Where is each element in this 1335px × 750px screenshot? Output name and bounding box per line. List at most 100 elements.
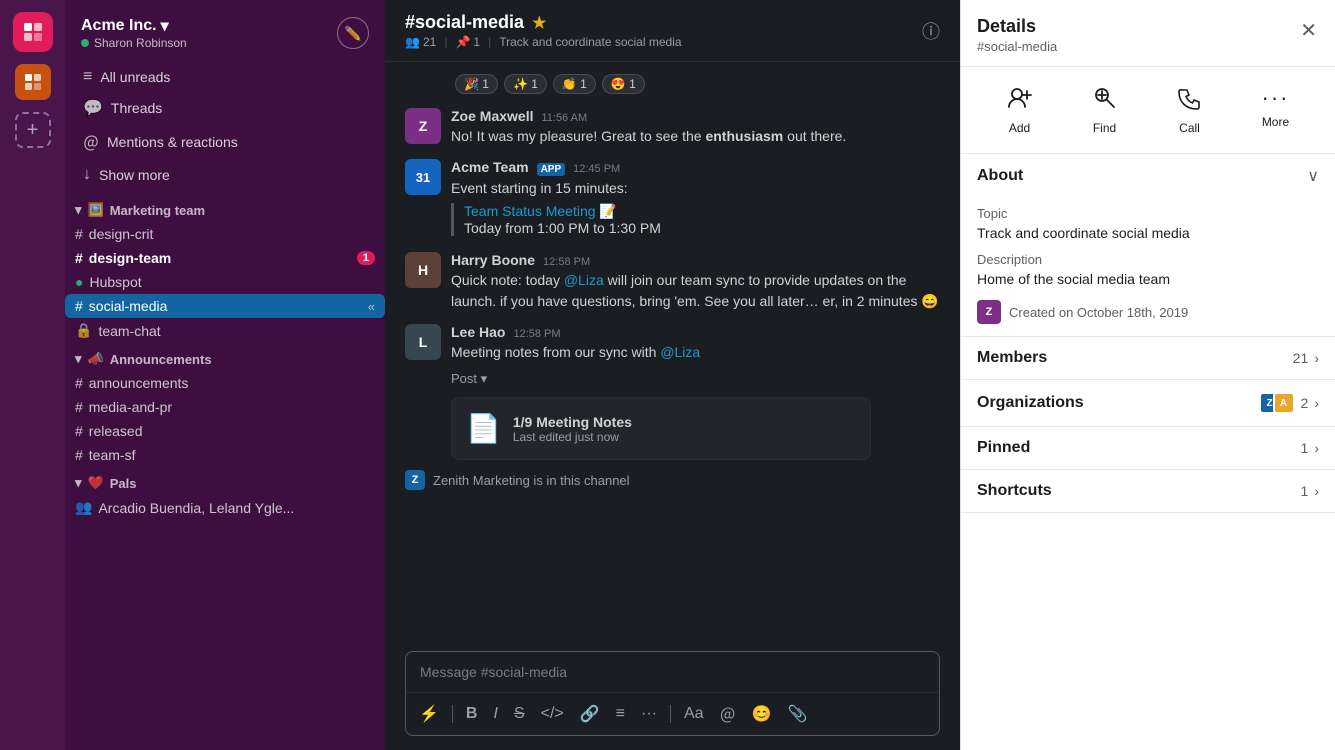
message-time: 12:58 PM (543, 256, 590, 268)
pinned-row[interactable]: Pinned 1 › (961, 427, 1335, 470)
call-button[interactable]: Call (1167, 79, 1213, 141)
message-content: Acme Team APP 12:45 PM Event starting in… (451, 159, 940, 240)
sidebar-item-all-unreads[interactable]: ≡ All unreads (73, 62, 377, 92)
find-button[interactable]: Find (1082, 79, 1128, 141)
sidebar-channel-design-team[interactable]: #design-team 1 (65, 246, 385, 270)
shortcuts-count: 1 (1301, 483, 1309, 499)
created-row: Z Created on October 18th, 2019 (977, 300, 1319, 324)
star-icon[interactable]: ★ (532, 13, 546, 33)
pins-meta: 📌 1 (455, 35, 480, 49)
org-badge-2: A (1273, 392, 1295, 414)
call-icon (1177, 85, 1203, 117)
message-sender: Harry Boone (451, 252, 535, 268)
avatar: 31 (405, 159, 441, 195)
show-more-icon: ↓ (83, 166, 91, 184)
members-label: Members (977, 349, 1047, 367)
shortcuts-row[interactable]: Shortcuts 1 › (961, 470, 1335, 513)
about-chevron: ∨ (1307, 166, 1319, 186)
quote-link[interactable]: Team Status Meeting 📝 (464, 203, 940, 220)
mention-liza[interactable]: @Liza (564, 272, 604, 288)
message-input-area: ⚡ B I S </> 🔗 ≡ ··· Aa ＠ 😊 📎 (385, 641, 960, 750)
code-button[interactable]: </> (538, 702, 567, 726)
emoji-button[interactable]: 😊 (749, 701, 775, 727)
organizations-row[interactable]: Organizations Z A 2 › (961, 380, 1335, 427)
bolt-button[interactable]: ⚡ (416, 701, 442, 727)
mention-liza2[interactable]: @Liza (660, 344, 700, 360)
add-workspace-button[interactable]: + (15, 112, 51, 148)
reaction-clap[interactable]: 👏 1 (553, 74, 596, 94)
message-time: 11:56 AM (541, 112, 587, 124)
icon-strip: + (0, 0, 65, 750)
section-collapse-icon3: ▾ (75, 475, 82, 491)
sidebar-item-show-more[interactable]: ↓ Show more (73, 160, 377, 190)
message-sender: Lee Hao (451, 324, 505, 340)
more-icon: ··· (1262, 85, 1290, 111)
post-attachment[interactable]: 📄 1/9 Meeting Notes Last edited just now (451, 397, 871, 460)
strikethrough-button[interactable]: S (511, 702, 528, 726)
find-icon (1092, 85, 1118, 117)
channel-title: #social-media ★ (405, 12, 682, 33)
document-icon: 📄 (466, 412, 501, 445)
section-marketing[interactable]: ▾ 🖼️ Marketing team (65, 194, 385, 222)
bold-button[interactable]: B (463, 702, 481, 726)
link-button[interactable]: 🔗 (577, 701, 603, 727)
input-box: ⚡ B I S </> 🔗 ≡ ··· Aa ＠ 😊 📎 (405, 651, 940, 736)
threads-icon: 💬 (83, 98, 103, 118)
about-title: About (977, 167, 1023, 185)
reaction-sparkles[interactable]: ✨ 1 (504, 74, 547, 94)
about-section-header[interactable]: About ∨ (961, 154, 1335, 198)
workspace-name[interactable]: Acme Inc. ▾ (81, 16, 187, 36)
description-label: Description (977, 252, 1319, 267)
sidebar-item-threads[interactable]: 💬 Threads (73, 92, 377, 124)
message-time: 12:58 PM (513, 328, 560, 340)
created-avatar: Z (977, 300, 1001, 324)
text-style-button[interactable]: Aa (681, 702, 707, 726)
find-label: Find (1093, 121, 1116, 135)
section-announcements[interactable]: ▾ 📣 Announcements (65, 343, 385, 371)
channel-info-button[interactable]: ⓘ (922, 18, 940, 44)
sidebar-channel-hubspot[interactable]: ●Hubspot (65, 270, 385, 294)
online-indicator (81, 39, 89, 47)
sidebar-channel-team-chat[interactable]: 🔒team-chat (65, 318, 385, 343)
message-sender: Acme Team (451, 159, 529, 175)
section-pals[interactable]: ▾ ❤️ Pals (65, 467, 385, 495)
description-value: Home of the social media team (977, 269, 1319, 290)
workspace-icon[interactable] (13, 12, 53, 52)
topic-meta: Track and coordinate social media (499, 35, 681, 49)
reaction-party[interactable]: 🎉 1 (455, 74, 498, 94)
mention-button[interactable]: ＠ (717, 699, 739, 729)
sidebar-channel-announcements[interactable]: #announcements (65, 371, 385, 395)
secondary-workspace-icon[interactable] (15, 64, 51, 100)
close-button[interactable]: ✕ (1298, 16, 1319, 45)
main-chat: #social-media ★ 👥 21 | 📌 1 | Track and c… (385, 0, 960, 750)
active-channel-indicator: « (368, 299, 375, 314)
attach-button[interactable]: 📎 (785, 701, 811, 727)
more-formatting-button[interactable]: ··· (638, 702, 660, 726)
sidebar-channel-media-and-pr[interactable]: #media-and-pr (65, 395, 385, 419)
topic-label: Topic (977, 206, 1319, 221)
reaction-heart-eyes[interactable]: 😍 1 (602, 74, 645, 94)
more-label: More (1262, 115, 1289, 129)
table-row: H Harry Boone 12:58 PM Quick note: today… (405, 248, 940, 316)
avatar: Z (405, 108, 441, 144)
sidebar-item-mentions[interactable]: ＠ Mentions & reactions (73, 124, 377, 160)
list-button[interactable]: ≡ (613, 702, 628, 726)
add-member-button[interactable]: Add (997, 79, 1043, 141)
organizations-arrow: › (1314, 395, 1319, 411)
message-input[interactable] (406, 652, 939, 692)
shortcuts-label: Shortcuts (977, 482, 1052, 500)
message-text: Event starting in 15 minutes: (451, 178, 940, 199)
italic-button[interactable]: I (490, 702, 500, 726)
sidebar-channel-released[interactable]: #released (65, 419, 385, 443)
more-button[interactable]: ··· More (1252, 79, 1300, 141)
sidebar-channel-social-media[interactable]: #social-media « (65, 294, 385, 318)
members-arrow: › (1314, 350, 1319, 366)
all-unreads-icon: ≡ (83, 68, 92, 86)
sidebar-channel-pals-dm[interactable]: 👥Arcadio Buendia, Leland Ygle... (65, 495, 385, 520)
members-row[interactable]: Members 21 › (961, 337, 1335, 380)
compose-button[interactable]: ✏️ (337, 17, 369, 49)
post-dropdown[interactable]: Post ▾ (405, 371, 940, 387)
sidebar-channel-team-sf[interactable]: #team-sf (65, 443, 385, 467)
details-panel: Details #social-media ✕ Add (960, 0, 1335, 750)
sidebar-channel-design-crit[interactable]: #design-crit (65, 222, 385, 246)
